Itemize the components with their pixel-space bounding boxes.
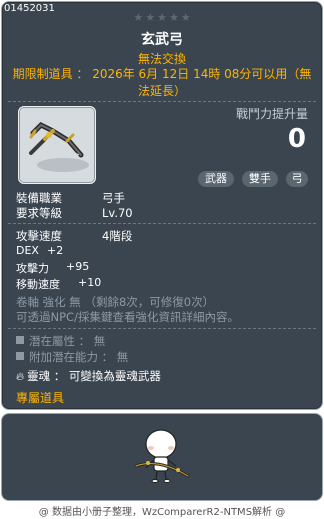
tag-weapon: 武器 [198,171,234,187]
additional-potential-row: 附加潛在能力 ： 無 [16,349,128,365]
divider [8,328,316,329]
item-icon-frame [18,106,96,184]
star-force-row: ★ ★ ★ ★ ★ [2,11,322,24]
tag-two-handed: 雙手 [242,171,278,187]
attack-speed-row: 攻擊速度 4階段 [16,228,132,244]
potential-row: 潛在屬性 ： 無 [16,333,105,349]
flame-icon: 🔥︎ [16,370,25,383]
exclusive-item-label: 專屬道具 [16,391,65,405]
character-preview-panel [1,413,323,501]
stat-speed-row: 移動速度 +10 [16,276,101,292]
stat-speed-label: 移動速度 [16,278,60,291]
soul-row: 🔥︎ 靈魂 ： 可變換為靈魂武器 [16,368,161,384]
stat-dex-label: DEX [16,244,39,257]
req-job-row: 裝備職業 弓手 [16,190,125,206]
star-icon: ★ [180,11,191,24]
divider [8,101,316,102]
req-level-value: Lv.70 [102,206,133,220]
item-title: 玄武弓 [141,32,183,48]
trade-restriction: 無法交換 [137,52,186,66]
stat-dex-value: +2 [47,244,64,257]
footer-credit: @ 数据由小册子整理，WzComparerR2-NTMS解析 @ [38,507,286,518]
stat-attack-label: 攻擊力 [16,262,49,275]
stat-attack-value: +95 [66,260,90,273]
attack-speed-label: 攻擊速度 [16,229,62,243]
req-job-label: 裝備職業 [16,191,62,205]
soul-label: 靈魂 ： 可變換為靈魂武器 [27,369,161,383]
star-icon: ★ [145,11,156,24]
star-icon: ★ [157,11,167,24]
star-icon: ★ [168,11,179,24]
scroll-enhance-line: 卷軸 強化 無 （剩餘8次，可修復0次） [16,295,215,309]
npc-note: 可透過NPC/採集鍵查看強化資訊詳細內容。 [16,310,239,324]
req-level-label: 要求等級 [16,206,62,220]
character-avatar [134,429,190,483]
combat-power-value: 0 [287,124,306,154]
stat-dex-row: DEX +2 [16,244,63,257]
attack-speed-value: 4階段 [102,229,133,243]
stat-speed-value: +10 [78,276,102,289]
potential-label: 潛在屬性 ： 無 [29,334,106,348]
combat-power-label: 戰鬥力提升量 [235,107,308,121]
item-tooltip: 01452031 ★ ★ ★ ★ ★ 玄武弓 無法交換 期限制道具 ： 2026年 6月… [1,1,323,410]
req-job-value: 弓手 [102,191,125,205]
divider [8,223,316,224]
tag-bow: 弓 [286,171,308,187]
req-level-row: 要求等級 Lv.70 [16,205,133,221]
potential-icon [16,336,24,344]
additional-potential-label: 附加潛在能力 ： 無 [29,350,129,364]
additional-potential-icon [16,352,24,360]
stat-attack-row: 攻擊力 +95 [16,260,89,276]
bow-icon [29,121,89,172]
expiry-note: 期限制道具 ： 2026年 6月 12日 14時 08分可以用（無法延長） [12,67,312,98]
star-icon: ★ [133,11,144,24]
